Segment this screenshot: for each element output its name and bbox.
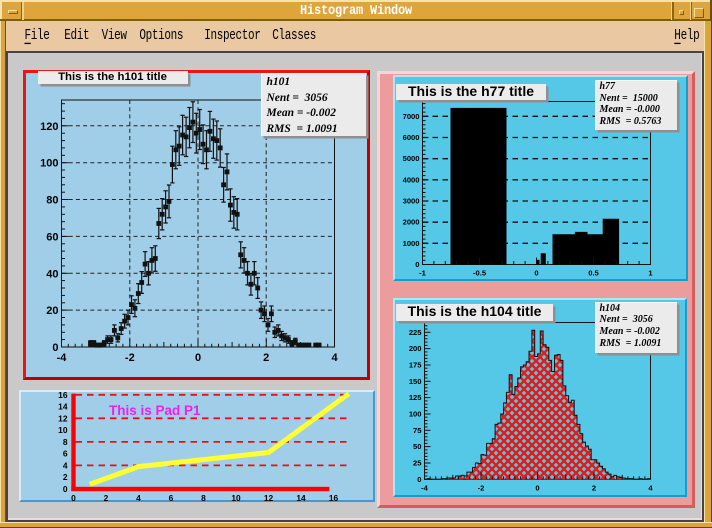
svg-text:4: 4 xyxy=(136,493,141,503)
svg-text:0: 0 xyxy=(52,342,58,354)
svg-text:-1: -1 xyxy=(419,268,427,277)
svg-text:8: 8 xyxy=(201,493,206,503)
svg-text:1: 1 xyxy=(648,268,653,277)
svg-text:6000: 6000 xyxy=(402,133,419,142)
svg-text:4000: 4000 xyxy=(402,175,419,184)
svg-text:-0.5: -0.5 xyxy=(472,268,486,277)
svg-text:16: 16 xyxy=(58,389,68,399)
svg-text:12: 12 xyxy=(58,413,68,423)
svg-text:16: 16 xyxy=(328,493,338,503)
svg-text:8: 8 xyxy=(62,436,67,446)
svg-text:This is Pad P1: This is Pad P1 xyxy=(109,403,201,418)
svg-text:3000: 3000 xyxy=(402,196,419,205)
svg-text:200: 200 xyxy=(408,344,421,353)
svg-text:100: 100 xyxy=(40,158,58,170)
svg-text:50: 50 xyxy=(413,442,421,451)
svg-text:2: 2 xyxy=(263,352,269,364)
svg-text:0: 0 xyxy=(71,493,76,503)
svg-text:10: 10 xyxy=(58,425,68,435)
svg-text:5000: 5000 xyxy=(402,154,419,163)
svg-text:120: 120 xyxy=(40,121,58,133)
svg-text:2: 2 xyxy=(591,483,595,492)
svg-text:20: 20 xyxy=(46,305,58,317)
svg-text:12: 12 xyxy=(263,493,273,503)
svg-text:175: 175 xyxy=(408,360,421,369)
svg-text:-2: -2 xyxy=(125,352,135,364)
svg-text:80: 80 xyxy=(46,195,58,207)
svg-text:0: 0 xyxy=(535,483,539,492)
svg-text:6: 6 xyxy=(168,493,173,503)
svg-text:1000: 1000 xyxy=(402,238,419,247)
svg-text:-4: -4 xyxy=(421,483,429,492)
svg-text:4: 4 xyxy=(648,483,653,492)
svg-text:14: 14 xyxy=(58,401,68,411)
svg-text:225: 225 xyxy=(408,327,421,336)
svg-text:7000: 7000 xyxy=(402,111,419,120)
svg-text:100: 100 xyxy=(408,409,421,418)
svg-text:2: 2 xyxy=(103,493,108,503)
svg-text:0: 0 xyxy=(534,268,538,277)
svg-text:6: 6 xyxy=(62,448,67,458)
svg-text:4: 4 xyxy=(331,352,338,364)
svg-text:4: 4 xyxy=(62,460,67,470)
svg-text:125: 125 xyxy=(408,393,421,402)
svg-text:14: 14 xyxy=(296,493,306,503)
svg-text:10: 10 xyxy=(231,493,241,503)
svg-text:2: 2 xyxy=(62,472,67,482)
svg-text:150: 150 xyxy=(408,376,421,385)
svg-text:0: 0 xyxy=(417,474,421,483)
svg-text:25: 25 xyxy=(413,458,422,467)
svg-text:0: 0 xyxy=(195,352,201,364)
svg-text:40: 40 xyxy=(46,268,58,280)
svg-text:75: 75 xyxy=(413,425,422,434)
svg-text:-2: -2 xyxy=(477,483,484,492)
svg-text:0.5: 0.5 xyxy=(588,268,599,277)
svg-text:2000: 2000 xyxy=(402,217,419,226)
svg-text:60: 60 xyxy=(46,231,58,243)
svg-text:0: 0 xyxy=(62,484,67,494)
svg-text:0: 0 xyxy=(415,260,419,269)
